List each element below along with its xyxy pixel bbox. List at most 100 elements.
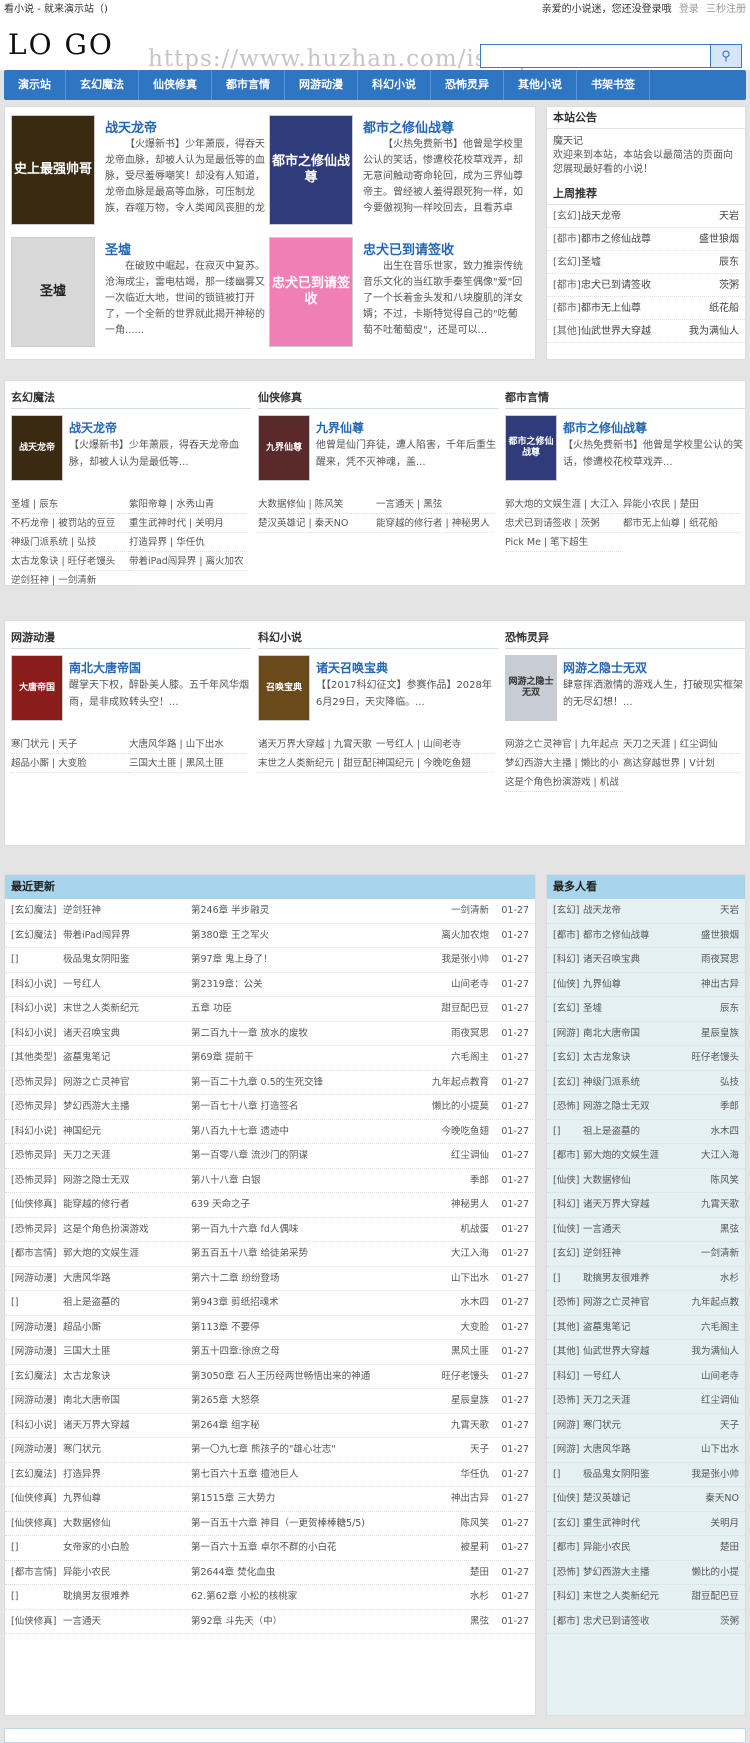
category-link[interactable]: 天刀之天涯 | 红尘调仙 — [623, 735, 741, 754]
category-link[interactable]: 这是个角色扮演游戏 | 机战 — [505, 773, 623, 792]
most-book[interactable]: 郭大炮的文娱生涯 — [583, 1144, 701, 1168]
most-book[interactable]: 大数据修仙 — [583, 1169, 710, 1193]
featured-book[interactable]: 史上最强帅哥 战天龙帝 【火爆新书】少年萧辰，得吞天龙帝血脉，却被人认为是最低等的血… — [11, 115, 266, 231]
book-title[interactable]: 圣墟 — [105, 239, 131, 258]
update-category[interactable]: [玄幻魔法] — [11, 1365, 63, 1389]
category-link[interactable]: 楚汉英雄记 | 秦天NO — [258, 514, 376, 533]
update-book[interactable]: 三国大土匪 — [63, 1340, 191, 1364]
category-top-book[interactable]: 召唤宝典 诸天召唤宝典 【【2017科幻征文】参赛作品】2028年6月29日，天灾降… — [258, 655, 498, 735]
weekly-item[interactable]: [其他] 仙武世界大穿越 我为满仙人 — [547, 320, 745, 343]
update-chapter[interactable]: 第246章 半步融灵 — [191, 899, 417, 923]
update-chapter[interactable]: 第264章 组字秘 — [191, 1414, 417, 1438]
update-author[interactable]: 雨夜冥思 — [417, 1022, 489, 1046]
update-category[interactable]: [] — [11, 1585, 63, 1609]
nav-item[interactable]: 仙侠修真 — [139, 70, 212, 100]
category-title[interactable]: 玄幻魔法 — [11, 387, 251, 409]
update-chapter[interactable]: 第一百五十六章 神目（一更贺棒棒糖5/5) — [191, 1512, 417, 1536]
category-link[interactable]: Pick Me | 笔下超生 — [505, 533, 623, 552]
update-author[interactable]: 神出古异 — [417, 1487, 489, 1511]
most-book[interactable]: 盗墓鬼笔记 — [583, 1316, 701, 1340]
update-author[interactable]: 季郎 — [417, 1169, 489, 1193]
update-chapter[interactable]: 第97章 鬼上身了！ — [191, 948, 417, 972]
update-book[interactable]: 打造异界 — [63, 1463, 191, 1487]
update-chapter[interactable]: 第113章 不要停 — [191, 1316, 417, 1340]
update-category[interactable]: [仙侠修真] — [11, 1193, 63, 1217]
most-book[interactable]: 九界仙尊 — [583, 973, 701, 997]
most-item[interactable]: [科幻] 诸天万界大穿越 九霄天歌 — [547, 1193, 745, 1218]
most-book[interactable]: 寒门状元 — [583, 1414, 720, 1438]
most-book[interactable]: 楚汉英雄记 — [583, 1487, 705, 1511]
update-category[interactable]: [恐怖灵异] — [11, 1071, 63, 1095]
most-item[interactable]: [] 祖上是盗墓的 水木四 — [547, 1120, 745, 1144]
update-book[interactable]: 寒门状元 — [63, 1438, 191, 1462]
update-chapter[interactable]: 第五十四章:徐庶之母 — [191, 1340, 417, 1364]
category-link[interactable]: 太古龙象诀 | 旺仔老馒头 — [11, 552, 129, 571]
book-cover[interactable]: 都市之修仙战尊 — [269, 115, 353, 225]
update-book[interactable]: 一号红人 — [63, 973, 191, 997]
search-input[interactable] — [480, 44, 710, 68]
update-author[interactable]: 甜豆配巴豆 — [417, 997, 489, 1021]
weekly-book[interactable]: 仙武世界大穿越 — [581, 320, 689, 342]
update-category[interactable]: [科幻小说] — [11, 997, 63, 1021]
update-category[interactable]: [网游动漫] — [11, 1340, 63, 1364]
category-top-book[interactable]: 都市之修仙战尊 都市之修仙战尊 【火热免费新书】他曾是学校里公认的笑话，惨遭校花校草… — [505, 415, 745, 495]
update-category[interactable]: [玄幻魔法] — [11, 1463, 63, 1487]
most-item[interactable]: [玄幻] 太古龙象诀 旺仔老馒头 — [547, 1046, 745, 1071]
category-top-book[interactable]: 战天龙帝 战天龙帝 【火爆新书】少年萧辰，得吞天龙帝血脉，却被人认为是最低等... — [11, 415, 251, 495]
most-book[interactable]: 太古龙象诀 — [583, 1046, 691, 1070]
weekly-book[interactable]: 都市之修仙战尊 — [581, 228, 699, 250]
featured-book[interactable]: 圣墟 圣墟 在破败中崛起，在寂灭中复苏。沧海成尘，雷电枯竭，那一缕幽雾又一次临近大地… — [11, 237, 266, 353]
update-chapter[interactable]: 第六十二章 纷纷登场 — [191, 1267, 417, 1291]
most-book[interactable]: 极品鬼女阴阳鉴 — [583, 1463, 691, 1487]
update-book[interactable]: 梦幻西游大主播 — [63, 1095, 191, 1119]
most-book[interactable]: 一言通天 — [583, 1218, 720, 1242]
update-author[interactable]: 陈风笑 — [417, 1512, 489, 1536]
register-link[interactable]: 三秒注册 — [706, 4, 746, 15]
book-cover[interactable]: 史上最强帅哥 — [11, 115, 95, 225]
update-chapter[interactable]: 第八十八章 白银 — [191, 1169, 417, 1193]
update-author[interactable]: 今晚吃鱼翅 — [417, 1120, 489, 1144]
book-cover[interactable]: 网游之隐士无双 — [505, 655, 557, 721]
category-link[interactable]: 一号红人 | 山间老寺 — [376, 735, 494, 754]
category-top-book[interactable]: 网游之隐士无双 网游之隐士无双 肆意挥洒激情的游戏人生，打破现实框架的无尽幻想！..… — [505, 655, 745, 735]
update-category[interactable]: [科幻小说] — [11, 1414, 63, 1438]
update-category[interactable]: [恐怖灵异] — [11, 1144, 63, 1168]
update-chapter[interactable]: 62.第62章 小松的核桃家 — [191, 1585, 417, 1609]
update-author[interactable]: 旺仔老馒头 — [417, 1365, 489, 1389]
update-chapter[interactable]: 639 天命之子 — [191, 1193, 417, 1217]
most-book[interactable]: 诸天召唤宝典 — [583, 948, 701, 972]
update-category[interactable]: [网游动漫] — [11, 1389, 63, 1413]
nav-item[interactable]: 其他小说 — [504, 70, 577, 100]
update-author[interactable]: 星辰皇族 — [417, 1389, 489, 1413]
nav-item[interactable]: 网游动漫 — [285, 70, 358, 100]
category-link[interactable]: 逆剑狂神 | 一剑清新 — [11, 571, 129, 590]
category-link[interactable]: 打造异界 | 华任仇 — [129, 533, 247, 552]
most-item[interactable]: [] 极品鬼女阴阳鉴 我是张小帅 — [547, 1463, 745, 1487]
update-chapter[interactable]: 第3050章 石人王历经两世畅悟出来的神通 — [191, 1365, 417, 1389]
nav-item[interactable]: 书架书签 — [577, 70, 650, 100]
update-category[interactable]: [恐怖灵异] — [11, 1095, 63, 1119]
update-category[interactable]: [网游动漫] — [11, 1267, 63, 1291]
most-book[interactable]: 诸天万界大穿越 — [583, 1193, 701, 1217]
category-link[interactable]: 大数据修仙 | 陈风笑 — [258, 495, 376, 514]
most-item[interactable]: [恐怖] 梦幻西游大主播 懒比的小提 — [547, 1561, 745, 1585]
most-book[interactable]: 梦幻西游大主播 — [583, 1561, 691, 1585]
update-author[interactable]: 机战蛋 — [417, 1218, 489, 1242]
book-title[interactable]: 战天龙帝 — [69, 419, 117, 436]
update-book[interactable]: 九界仙尊 — [63, 1487, 191, 1511]
category-link[interactable]: 神国纪元 | 今晚吃鱼翅 — [376, 754, 494, 773]
book-title[interactable]: 诸天召唤宝典 — [316, 659, 388, 676]
update-category[interactable]: [科幻小说] — [11, 1120, 63, 1144]
update-category[interactable]: [科幻小说] — [11, 973, 63, 997]
category-link[interactable]: 带着iPad闯异界 | 离火加农 — [129, 552, 247, 571]
most-item[interactable]: [玄幻] 逆剑狂神 一剑清新 — [547, 1242, 745, 1267]
category-link[interactable]: 圣墟 | 辰东 — [11, 495, 129, 514]
nav-item[interactable]: 玄幻魔法 — [66, 70, 139, 100]
update-book[interactable]: 郭大炮的文娱生涯 — [63, 1242, 191, 1266]
category-title[interactable]: 仙侠修真 — [258, 387, 498, 409]
category-link[interactable]: 末世之人类新纪元 | 甜豆配巴豆 — [258, 754, 376, 773]
most-item[interactable]: [仙侠] 九界仙尊 神出古异 — [547, 973, 745, 997]
most-item[interactable]: [都市] 忠犬已到请签收 茨粥 — [547, 1610, 745, 1634]
category-link[interactable]: 一言通天 | 黑弦 — [376, 495, 494, 514]
most-book[interactable]: 网游之亡灵神官 — [583, 1291, 691, 1315]
